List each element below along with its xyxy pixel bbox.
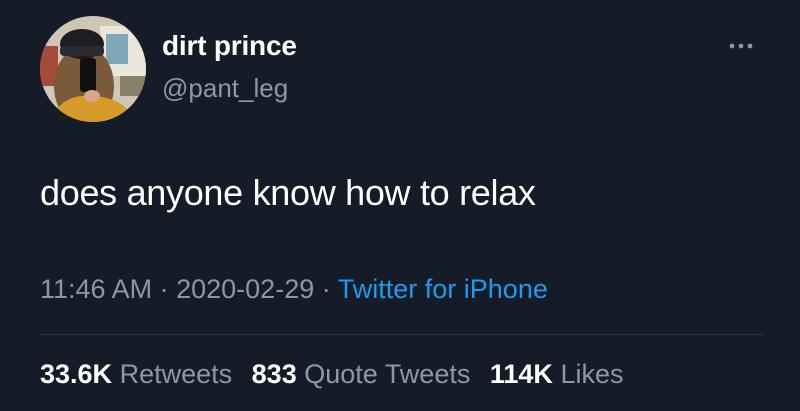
tweet-text: does anyone know how to relax [40, 172, 536, 213]
tweet-time[interactable]: 11:46 AM [40, 274, 152, 304]
tweet-card: dirt prince @pant_leg does anyone know h… [0, 0, 800, 411]
retweets-count: 33.6K [40, 359, 113, 389]
likes-label: Likes [560, 359, 624, 389]
avatar-image [40, 16, 146, 122]
retweets-label: Retweets [119, 359, 233, 389]
quote-tweets-count: 833 [251, 359, 297, 389]
quote-tweets-stat[interactable]: 833 Quote Tweets [252, 359, 471, 389]
avatar[interactable] [40, 16, 146, 122]
meta-separator: · [159, 274, 169, 304]
tweet-meta: 11:46 AM · 2020-02-29 · Twitter for iPho… [40, 274, 548, 305]
more-options-icon [729, 43, 753, 49]
divider [40, 334, 764, 335]
retweets-stat[interactable]: 33.6K Retweets [40, 359, 232, 389]
likes-stat[interactable]: 114K Likes [490, 359, 624, 389]
tweet-source-link[interactable]: Twitter for iPhone [338, 274, 548, 304]
meta-separator: · [321, 274, 331, 304]
tweet-date[interactable]: 2020-02-29 [176, 274, 314, 304]
more-options-button[interactable] [720, 30, 764, 58]
user-handle[interactable]: @pant_leg [162, 73, 288, 104]
display-name[interactable]: dirt prince [162, 30, 297, 62]
tweet-stats: 33.6K Retweets 833 Quote Tweets 114K Lik… [40, 359, 635, 390]
quote-tweets-label: Quote Tweets [304, 359, 471, 389]
likes-count: 114K [489, 359, 553, 389]
